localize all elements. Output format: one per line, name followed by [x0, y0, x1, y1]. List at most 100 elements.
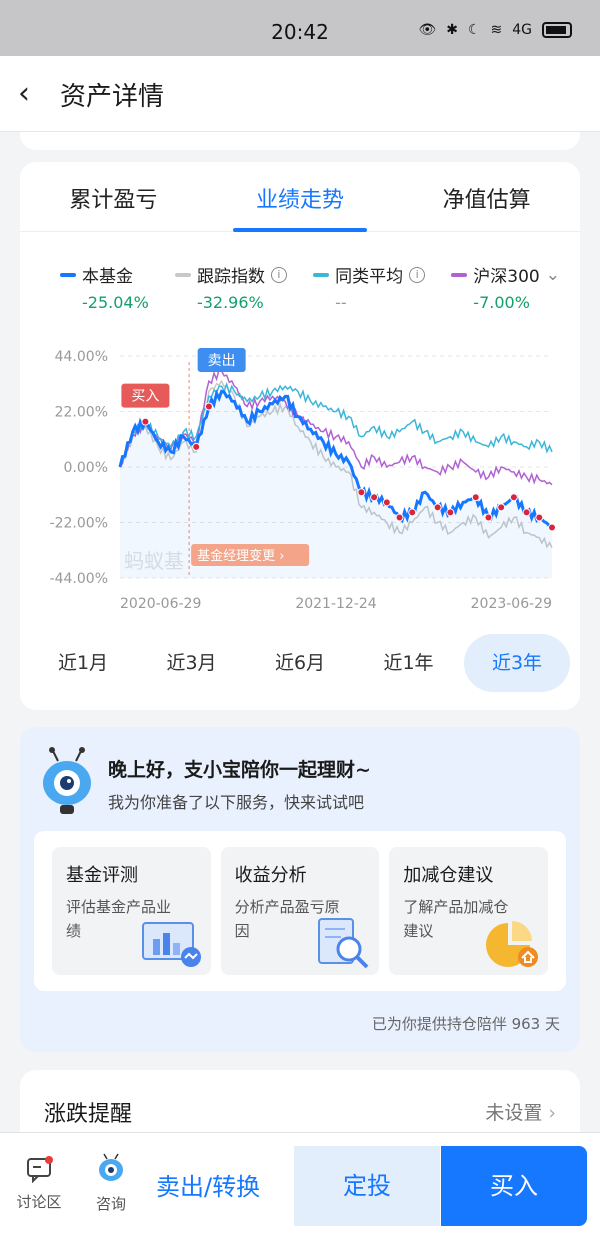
chevron-down-icon[interactable]: ⌄: [546, 265, 560, 285]
trade-point: [395, 513, 404, 522]
assistant-panel: 晚上好，支小宝陪你一起理财~ 我为你准备了以下服务，快来试试吧 基金评测 评估基…: [20, 727, 580, 1052]
legend-item-fund[interactable]: 本基金 -25.04%: [60, 262, 149, 312]
back-icon[interactable]: ‹: [18, 76, 30, 111]
info-icon[interactable]: i: [270, 266, 287, 283]
service-position-advice[interactable]: 加减仓建议 了解产品加减仓建议: [389, 847, 549, 975]
trade-point: [471, 493, 480, 502]
bottom-action-bar: 讨论区 咨询 卖出/转换 定投 买入: [0, 1132, 600, 1238]
trade-point: [192, 442, 201, 451]
consult-label: 咨询: [95, 1195, 126, 1213]
assistant-greeting: 晚上好，支小宝陪你一起理财~: [108, 759, 371, 781]
service-title: 加减仓建议: [403, 865, 494, 886]
tab-bar: 累计盈亏 业绩走势 净值估算: [20, 162, 580, 232]
tab-cumulative-pnl[interactable]: 累计盈亏: [20, 162, 207, 231]
legend-item-index[interactable]: 跟踪指数 i -32.96%: [174, 262, 287, 312]
auto-invest-button[interactable]: 定投: [294, 1146, 440, 1226]
consult-button[interactable]: 咨询: [88, 1153, 134, 1214]
legend-swatch: [174, 272, 191, 277]
chat-bubble-icon: [27, 1156, 53, 1184]
legend-value: -32.96%: [196, 293, 264, 312]
mascot-icon: [43, 747, 91, 814]
x-tick-label: 2021-12-24: [295, 596, 376, 612]
tab-nav-estimate[interactable]: 净值估算: [393, 162, 580, 231]
trade-point: [382, 498, 391, 507]
price-alert-title: 涨跌提醒: [44, 1102, 133, 1127]
service-title: 基金评测: [66, 865, 138, 886]
legend-value: -25.04%: [82, 293, 149, 312]
chevron-right-icon: ›: [548, 1102, 556, 1124]
battery-icon: [542, 22, 572, 38]
legend-swatch: [451, 272, 468, 277]
status-bar: 20:42 👁 ✱ ☾ ≋ 4G: [0, 0, 600, 56]
trade-point: [204, 402, 213, 411]
legend-item-hs300[interactable]: 沪深300 ⌄ -7.00%: [451, 262, 560, 312]
service-fund-evaluation[interactable]: 基金评测 评估基金产品业绩: [52, 847, 211, 975]
signal-icon: 4G: [512, 22, 532, 38]
tab-performance-trend[interactable]: 业绩走势: [207, 162, 394, 232]
range-3y[interactable]: 近3年: [464, 634, 570, 692]
range-1y[interactable]: 近1年: [356, 634, 462, 692]
prev-card-bottom: [20, 132, 580, 150]
x-tick-label: 2023-06-29: [471, 596, 552, 612]
discuss-button[interactable]: 讨论区: [14, 1155, 64, 1212]
range-3m[interactable]: 近3月: [139, 634, 245, 692]
performance-card: 累计盈亏 业绩走势 净值估算 本基金 -25.04% 跟踪指数 i -32.96%…: [20, 162, 580, 710]
trade-point: [370, 493, 379, 502]
legend-value: --: [335, 293, 347, 312]
legend-swatch: [60, 272, 76, 277]
trade-point: [446, 508, 455, 517]
status-icons: 👁 ✱ ☾ ≋ 4G: [418, 22, 572, 38]
legend-value: -7.00%: [473, 293, 530, 312]
discuss-label: 讨论区: [16, 1193, 62, 1211]
pie-chart-icon: [486, 921, 539, 967]
info-icon[interactable]: i: [409, 266, 426, 283]
trade-point: [497, 503, 506, 512]
magnifier-report-icon: [318, 918, 369, 969]
monitor-chart-icon: [141, 922, 201, 967]
x-tick-label: 2020-06-29: [120, 596, 201, 612]
wifi-icon: ≋: [490, 22, 503, 38]
companion-days: 已为你提供持仓陪伴 963 天: [371, 1015, 560, 1033]
time-range-selector: 近1月 近3月 近6月 近1年 近3年: [30, 634, 570, 692]
y-tick-label: 22.00%: [55, 405, 108, 421]
trade-point: [408, 508, 417, 517]
service-list: 基金评测 评估基金产品业绩 收益分析 分析产品盈亏原因 加减仓建议 了解产品加减…: [34, 831, 566, 991]
legend-label: 同类平均: [335, 267, 404, 287]
trade-point: [433, 503, 442, 512]
buy-button[interactable]: 买入: [441, 1146, 587, 1226]
range-1m[interactable]: 近1月: [30, 634, 136, 692]
price-alert-value: 未设置 ›: [485, 1102, 556, 1124]
range-6m[interactable]: 近6月: [247, 634, 353, 692]
trade-point: [548, 523, 556, 532]
trade-point: [484, 513, 493, 522]
y-tick-label: -44.00%: [50, 571, 108, 587]
legend-label: 沪深300: [473, 267, 540, 287]
legend-label: 本基金: [82, 267, 133, 287]
eye-icon: 👁: [418, 22, 437, 38]
chart-legend: 本基金 -25.04% 跟踪指数 i -32.96% 同类平均 i -- 沪深300…: [60, 262, 560, 312]
trade-point: [509, 493, 518, 502]
service-return-analysis[interactable]: 收益分析 分析产品盈亏原因: [220, 847, 380, 975]
legend-label: 跟踪指数: [196, 267, 265, 287]
moon-icon: ☾: [467, 22, 481, 38]
trade-point: [141, 417, 150, 426]
page-title: 资产详情: [60, 82, 165, 112]
mascot-icon: [99, 1153, 123, 1181]
legend-item-peer-avg[interactable]: 同类平均 i --: [313, 262, 426, 312]
assistant-subtitle: 我为你准备了以下服务，快来试试吧: [108, 793, 365, 812]
service-title: 收益分析: [234, 865, 307, 886]
legend-swatch: [313, 272, 330, 277]
series-area-fund: [120, 391, 552, 578]
y-tick-label: -22.00%: [50, 516, 108, 532]
y-tick-label: 0.00%: [64, 460, 108, 476]
trade-point: [522, 508, 531, 517]
y-tick-label: 44.00%: [55, 349, 108, 365]
trade-point: [357, 488, 366, 497]
nav-bar: ‹ 资产详情: [0, 56, 600, 132]
trade-point: [535, 513, 544, 522]
sell-convert-button[interactable]: 卖出/转换: [156, 1167, 260, 1202]
sell-flag-label: 卖出: [208, 353, 236, 369]
manager-change-label: 基金经理变更 ›: [197, 548, 284, 564]
buy-flag-label: 买入: [131, 389, 159, 405]
performance-chart[interactable]: 44.00% 22.00% 0.00% -22.00% -44.00% 2020-06-2…: [20, 342, 580, 632]
